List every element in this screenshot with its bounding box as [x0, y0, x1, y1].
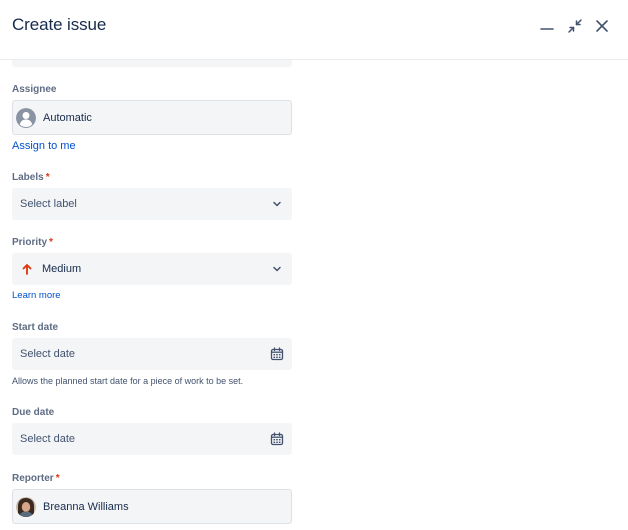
- collapse-icon: [568, 19, 582, 33]
- assignee-label: Assignee: [12, 84, 57, 95]
- start-date-helper-text: Allows the planned start date for a piec…: [12, 376, 244, 386]
- assign-to-me-link[interactable]: Assign to me: [12, 140, 76, 152]
- dialog-body: Assignee Automatic Assign to me Labels * …: [0, 60, 628, 530]
- labels-placeholder: Select label: [20, 198, 77, 210]
- due-date-placeholder: Select date: [20, 433, 76, 445]
- start-date-picker[interactable]: Select date: [12, 338, 292, 370]
- priority-select[interactable]: Medium: [12, 253, 292, 285]
- labels-label: Labels *: [12, 172, 50, 183]
- default-avatar-icon: [16, 107, 36, 128]
- close-icon: [596, 20, 608, 32]
- calendar-icon[interactable]: [270, 432, 284, 446]
- required-indicator: *: [45, 172, 50, 183]
- chevron-down-icon: [273, 201, 281, 207]
- chevron-down-icon: [273, 266, 281, 272]
- previous-field-input[interactable]: [12, 60, 292, 67]
- due-date-label: Due date: [12, 407, 55, 418]
- dialog-header: Create issue: [0, 0, 628, 60]
- dialog-title: Create issue: [12, 15, 107, 34]
- reporter-value: Breanna Williams: [43, 500, 129, 513]
- assignee-value: Automatic: [43, 111, 92, 124]
- minimize-icon: [540, 28, 554, 30]
- start-date-placeholder: Select date: [20, 348, 76, 360]
- required-indicator: *: [49, 237, 53, 248]
- create-issue-dialog: Create issue Assignee Automatic Assign t…: [0, 0, 628, 530]
- priority-value: Medium: [42, 263, 82, 275]
- reporter-field[interactable]: Breanna Williams: [12, 489, 292, 524]
- required-indicator: *: [55, 473, 60, 484]
- start-date-label: Start date: [12, 322, 59, 333]
- user-avatar: [16, 496, 36, 517]
- collapse-button[interactable]: [564, 15, 586, 37]
- calendar-icon[interactable]: [270, 347, 284, 361]
- learn-more-link[interactable]: Learn more: [12, 290, 61, 301]
- labels-select[interactable]: Select label: [12, 188, 292, 220]
- assignee-field[interactable]: Automatic: [12, 100, 292, 135]
- priority-medium-icon: [22, 264, 32, 275]
- due-date-picker[interactable]: Select date: [12, 423, 292, 455]
- minimize-button[interactable]: [536, 15, 558, 37]
- priority-label: Priority *: [12, 237, 53, 248]
- close-button[interactable]: [591, 15, 613, 37]
- reporter-label: Reporter *: [12, 473, 60, 484]
